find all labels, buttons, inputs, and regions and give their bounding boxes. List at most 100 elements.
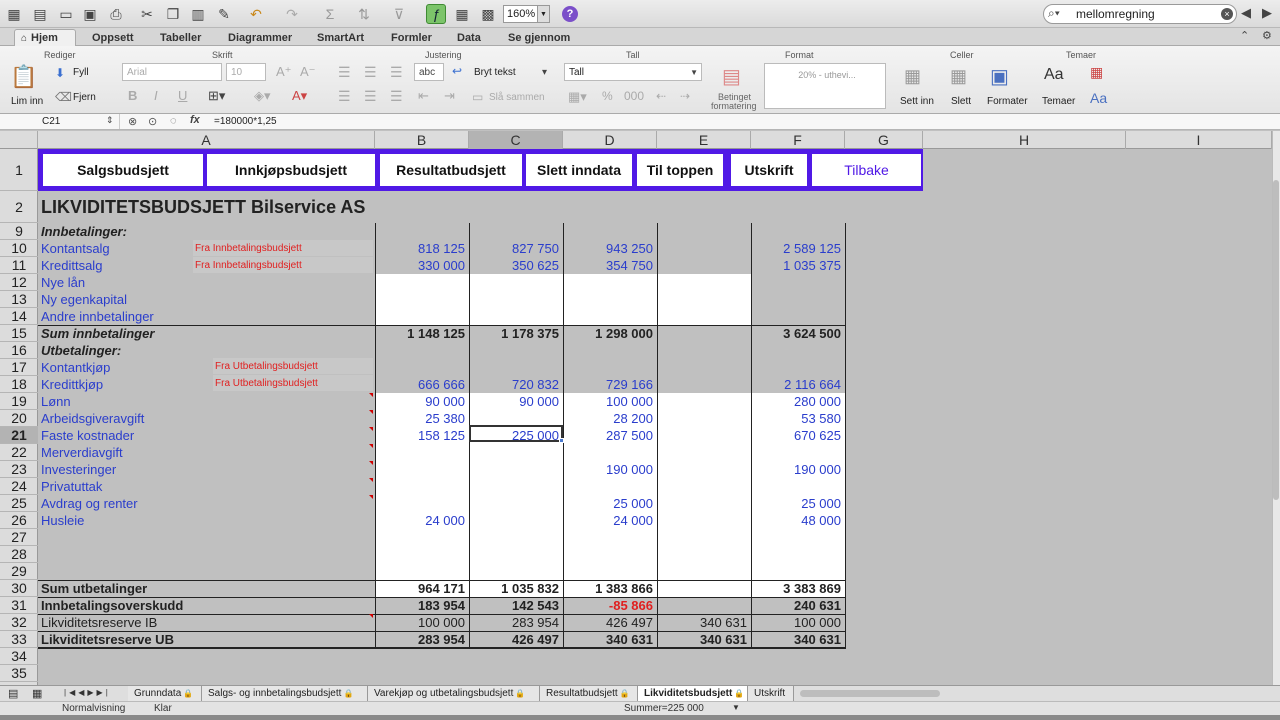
row-label[interactable]: Sum innbetalinger: [38, 325, 154, 342]
currency-icon[interactable]: ▦▾: [568, 89, 587, 105]
clear-button[interactable]: Fjern: [73, 92, 96, 103]
delete-cells-button[interactable]: Slett: [951, 96, 971, 107]
row-label[interactable]: Nye lån: [38, 274, 85, 291]
selected-cell-c21[interactable]: [469, 425, 563, 442]
value-cell[interactable]: 964 171: [375, 580, 469, 597]
align-top-icon[interactable]: ☰: [338, 64, 351, 81]
value-cell[interactable]: [469, 563, 563, 580]
salgsbudsjett-button[interactable]: Salgsbudsjett: [41, 152, 205, 188]
value-cell[interactable]: [469, 291, 563, 308]
value-cell[interactable]: [469, 546, 563, 563]
value-cell[interactable]: [751, 291, 845, 308]
wrap-text-button[interactable]: Bryt tekst: [474, 67, 516, 78]
page-layout-icon[interactable]: ▦: [32, 687, 42, 700]
value-cell[interactable]: 24 000: [375, 512, 469, 529]
align-left-icon[interactable]: ☰: [338, 88, 351, 105]
value-cell[interactable]: [657, 291, 751, 308]
value-cell[interactable]: [375, 308, 469, 325]
align-center-icon[interactable]: ☰: [364, 88, 377, 105]
copy-icon[interactable]: ❐: [163, 4, 183, 24]
borders-icon[interactable]: ⊞▾: [208, 88, 225, 104]
value-cell[interactable]: [657, 529, 751, 546]
formula-arrow-icon[interactable]: ◌: [170, 115, 177, 127]
row-header[interactable]: 26: [0, 512, 38, 529]
search-prev-icon[interactable]: ◀: [1241, 5, 1251, 21]
tab-diagrammer[interactable]: Diagrammer: [228, 29, 292, 46]
value-cell[interactable]: [469, 648, 563, 665]
search-box[interactable]: ⌕▾ ×: [1043, 4, 1237, 24]
row-header[interactable]: 33: [0, 631, 38, 648]
comment-indicator-icon[interactable]: [369, 427, 373, 431]
value-cell[interactable]: [657, 359, 751, 376]
value-cell[interactable]: [657, 648, 751, 665]
row-header[interactable]: 1: [0, 149, 38, 191]
formula-input[interactable]: =180000*1,25: [214, 114, 277, 129]
value-cell[interactable]: [751, 223, 845, 240]
row-header[interactable]: 13: [0, 291, 38, 308]
tab-oppsett[interactable]: Oppsett: [92, 29, 134, 46]
value-cell[interactable]: 3 624 500: [751, 325, 845, 342]
cancel-icon[interactable]: ⊗: [128, 115, 137, 128]
value-cell[interactable]: [657, 393, 751, 410]
toolbox-icon[interactable]: ▦: [452, 4, 472, 24]
row-header[interactable]: 30: [0, 580, 38, 597]
percent-icon[interactable]: %: [602, 89, 613, 103]
value-cell[interactable]: [657, 325, 751, 342]
value-cell[interactable]: [469, 461, 563, 478]
value-cell[interactable]: 729 166: [563, 376, 657, 393]
tab-tabeller[interactable]: Tabeller: [160, 29, 201, 46]
insert-cells-icon[interactable]: ▦: [904, 66, 921, 87]
row-header[interactable]: 21: [0, 427, 38, 444]
value-cell[interactable]: 943 250: [563, 240, 657, 257]
row-header[interactable]: 19: [0, 393, 38, 410]
sheet-tab-likviditet[interactable]: Likviditetsbudsjett 🔒: [638, 686, 748, 701]
value-cell[interactable]: [751, 342, 845, 359]
tab-se-gjennom[interactable]: Se gjennom: [508, 29, 570, 46]
row-label[interactable]: Faste kostnader: [38, 427, 134, 444]
search-next-icon[interactable]: ▶: [1262, 5, 1272, 21]
value-cell[interactable]: 1 148 125: [375, 325, 469, 342]
value-cell[interactable]: 158 125: [375, 427, 469, 444]
row-label[interactable]: Husleie: [38, 512, 84, 529]
underline-icon[interactable]: U: [178, 88, 187, 103]
column-header-i[interactable]: I: [1126, 131, 1272, 149]
value-cell[interactable]: [469, 359, 563, 376]
row-label[interactable]: Likviditetsreserve IB: [38, 614, 157, 631]
cell-style-gallery[interactable]: 20% - uthevi...: [764, 63, 886, 109]
value-cell[interactable]: 53 580: [751, 410, 845, 427]
decrease-indent-icon[interactable]: ⇤: [418, 88, 429, 104]
value-cell[interactable]: [563, 648, 657, 665]
insert-cells-button[interactable]: Sett inn: [900, 96, 934, 107]
cut-icon[interactable]: ✂: [137, 4, 157, 24]
value-cell[interactable]: [563, 274, 657, 291]
number-format-select[interactable]: Tall ▼: [564, 63, 702, 81]
til-toppen-button[interactable]: Til toppen: [635, 152, 725, 188]
value-cell[interactable]: 1 298 000: [563, 325, 657, 342]
row-header[interactable]: 15: [0, 325, 38, 342]
sheet-tab-resultat[interactable]: Resultatbudsjett 🔒: [540, 686, 638, 701]
row-label[interactable]: Lønn: [38, 393, 71, 410]
row-header[interactable]: 27: [0, 529, 38, 546]
collapse-ribbon-icon[interactable]: ⌃: [1240, 29, 1249, 42]
value-cell[interactable]: [657, 257, 751, 274]
format-cells-button[interactable]: Formater: [987, 96, 1028, 107]
orientation-button[interactable]: abc: [414, 63, 444, 81]
sheet-tab-salgs[interactable]: Salgs- og innbetalingsbudsjett 🔒: [202, 686, 368, 701]
row-header[interactable]: 11: [0, 257, 38, 274]
row-label[interactable]: Arbeidsgiveravgift: [38, 410, 144, 427]
value-cell[interactable]: [469, 495, 563, 512]
comment-indicator-icon[interactable]: [369, 410, 373, 414]
row-header[interactable]: 25: [0, 495, 38, 512]
value-cell[interactable]: [375, 648, 469, 665]
value-cell[interactable]: [751, 563, 845, 580]
value-cell[interactable]: 426 497: [563, 614, 657, 631]
shrink-font-icon[interactable]: A⁻: [300, 64, 316, 80]
name-box[interactable]: C21: [0, 114, 120, 129]
row-header[interactable]: 28: [0, 546, 38, 563]
value-cell[interactable]: [469, 342, 563, 359]
value-cell[interactable]: [469, 223, 563, 240]
tab-data[interactable]: Data: [457, 29, 481, 46]
value-cell[interactable]: [657, 495, 751, 512]
value-cell[interactable]: [657, 427, 751, 444]
fill-handle[interactable]: [559, 438, 564, 443]
